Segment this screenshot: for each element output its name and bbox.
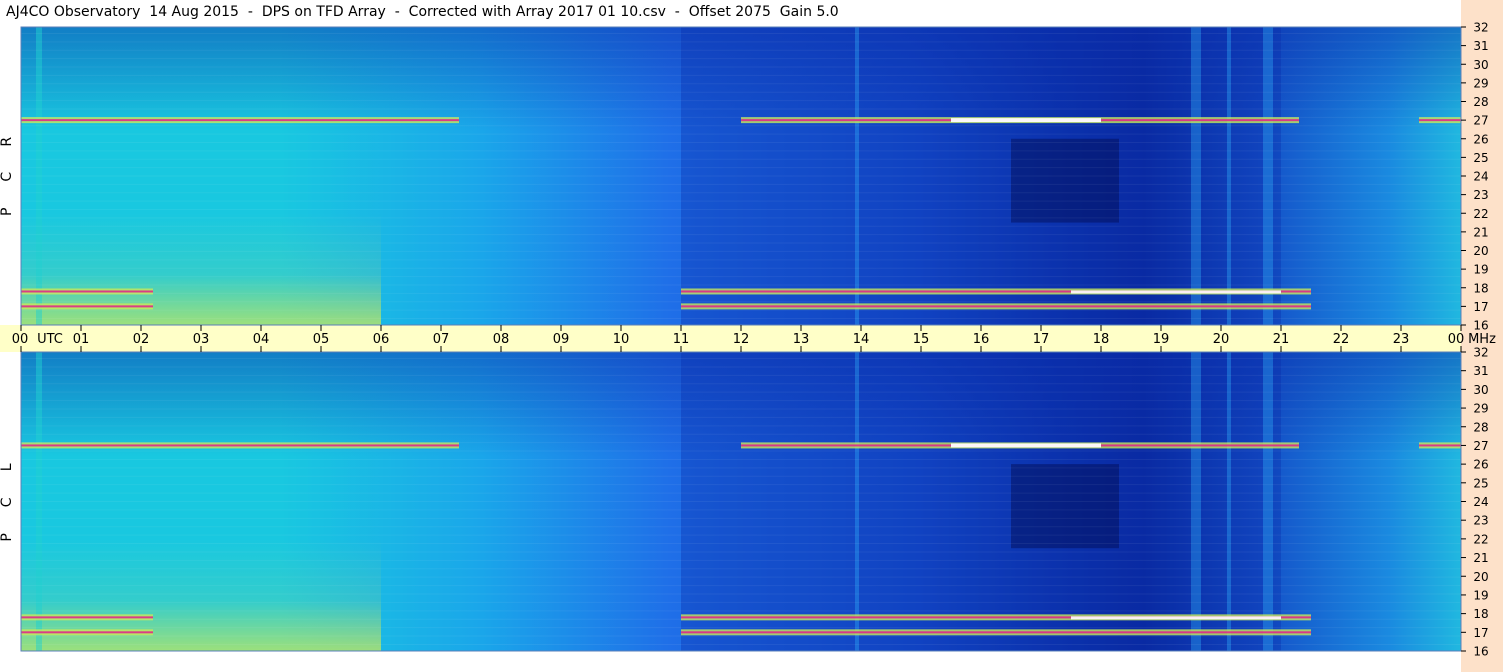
panel-2-y-tick-label: 16 bbox=[1473, 645, 1488, 659]
panel-2-y-tick-label: 30 bbox=[1473, 383, 1488, 397]
x-tick-label: 00 bbox=[12, 332, 29, 347]
x-tick-label: 00 bbox=[1448, 332, 1465, 347]
panel-1-y-tick-label: 23 bbox=[1473, 188, 1488, 202]
panel-2-y-tick-label: 17 bbox=[1473, 626, 1488, 640]
panel-2-band-line bbox=[681, 631, 1311, 634]
panel-2-band-peak bbox=[951, 443, 1101, 448]
panel-2-y-tick-label: 31 bbox=[1473, 364, 1488, 378]
panel-1-y-tick-label: 31 bbox=[1473, 39, 1488, 53]
x-tick-label: 09 bbox=[553, 332, 570, 347]
panel-1-y-tick-label: 26 bbox=[1473, 132, 1488, 146]
panel-1-y-tick-label: 29 bbox=[1473, 76, 1488, 90]
panel-2-polarization-letter: P bbox=[0, 533, 15, 541]
panel-1-y-tick-label: 16 bbox=[1473, 319, 1488, 333]
panel-2-band-line bbox=[21, 444, 459, 447]
panel-2-band-line bbox=[21, 616, 153, 619]
panel-1-band-line bbox=[21, 119, 459, 122]
x-tick-label: 23 bbox=[1393, 332, 1410, 347]
panel-2-y-tick-label: 18 bbox=[1473, 607, 1488, 621]
x-tick-label: 08 bbox=[493, 332, 510, 347]
x-tick-label: 17 bbox=[1033, 332, 1050, 347]
x-tick-label: 14 bbox=[853, 332, 870, 347]
x-tick-label: 16 bbox=[973, 332, 990, 347]
panel-1-band-peak bbox=[951, 118, 1101, 123]
panel-2-band-line bbox=[1419, 444, 1461, 447]
panel-2-y-tick-label: 20 bbox=[1473, 570, 1488, 584]
panel-2-y-tick-label: 23 bbox=[1473, 514, 1488, 528]
panel-2-polarization-letter: C bbox=[0, 497, 15, 507]
panel-2-polarization-letter: L bbox=[0, 463, 15, 471]
panel-2-y-tick-label: 19 bbox=[1473, 588, 1488, 602]
x-tick-label: 07 bbox=[433, 332, 450, 347]
x-tick-label: 01 bbox=[73, 332, 90, 347]
panel-2-y-tick-label: 28 bbox=[1473, 420, 1488, 434]
x-tick-label: 02 bbox=[133, 332, 150, 347]
x-tick-label: 03 bbox=[193, 332, 210, 347]
x-unit-label: UTC bbox=[37, 332, 63, 347]
panel-1-y-tick-label: 27 bbox=[1473, 114, 1488, 128]
panel-1-y-tick-label: 28 bbox=[1473, 95, 1488, 109]
panel-1-band-line bbox=[1419, 119, 1461, 122]
panel-1-y-tick-label: 22 bbox=[1473, 207, 1488, 221]
x-tick-label: 12 bbox=[733, 332, 750, 347]
panel-1-band-line bbox=[681, 305, 1311, 308]
x-tick-label: 22 bbox=[1333, 332, 1350, 347]
x-tick-label: 06 bbox=[373, 332, 390, 347]
panel-1-y-tick-label: 17 bbox=[1473, 300, 1488, 314]
panel-2-y-tick-label: 22 bbox=[1473, 532, 1488, 546]
x-tick-label: 05 bbox=[313, 332, 330, 347]
panel-1-y-tick-label: 24 bbox=[1473, 170, 1488, 184]
x-tick-label: 21 bbox=[1273, 332, 1290, 347]
x-tick-label: 10 bbox=[613, 332, 630, 347]
y-unit-label: MHz bbox=[1468, 332, 1496, 347]
x-tick-label: 18 bbox=[1093, 332, 1110, 347]
panel-2-y-tick-label: 29 bbox=[1473, 402, 1488, 416]
panel-2-y-tick-label: 26 bbox=[1473, 458, 1488, 472]
panel-1-y-tick-label: 20 bbox=[1473, 244, 1488, 258]
x-tick-label: 11 bbox=[673, 332, 690, 347]
panel-1-y-tick-label: 25 bbox=[1473, 151, 1488, 165]
panel-1-band-line bbox=[21, 290, 153, 293]
panel-2-y-tick-label: 25 bbox=[1473, 476, 1488, 490]
panel-1-y-tick-label: 19 bbox=[1473, 263, 1488, 277]
panel-1-y-tick-label: 32 bbox=[1473, 21, 1488, 35]
x-tick-label: 13 bbox=[793, 332, 810, 347]
panel-1-band-line bbox=[21, 305, 153, 308]
spectrogram-chart: 16 17 18 19 20 21 22 23 24 25 26 27 28 29 30 31 32 P C R 16 1… bbox=[0, 21, 1496, 659]
x-tick-label: 04 bbox=[253, 332, 270, 347]
panel-1-polarization-letter: P bbox=[0, 208, 15, 216]
panel-1-y-tick-label: 21 bbox=[1473, 225, 1488, 239]
panel-2-band-line bbox=[21, 631, 153, 634]
x-tick-label: 19 bbox=[1153, 332, 1170, 347]
x-tick-label: 15 bbox=[913, 332, 930, 347]
panel-1-polarization-letter: R bbox=[0, 137, 15, 147]
panel-1-y-tick-label: 18 bbox=[1473, 281, 1488, 295]
x-tick-label: 20 bbox=[1213, 332, 1230, 347]
panel-1-polarization-letter: C bbox=[0, 172, 15, 182]
panel-2-y-tick-label: 27 bbox=[1473, 439, 1488, 453]
panel-1-y-tick-label: 30 bbox=[1473, 58, 1488, 72]
panel-2-y-tick-label: 32 bbox=[1473, 346, 1488, 360]
panel-2-y-tick-label: 24 bbox=[1473, 495, 1488, 509]
panel-2-y-tick-label: 21 bbox=[1473, 551, 1488, 565]
